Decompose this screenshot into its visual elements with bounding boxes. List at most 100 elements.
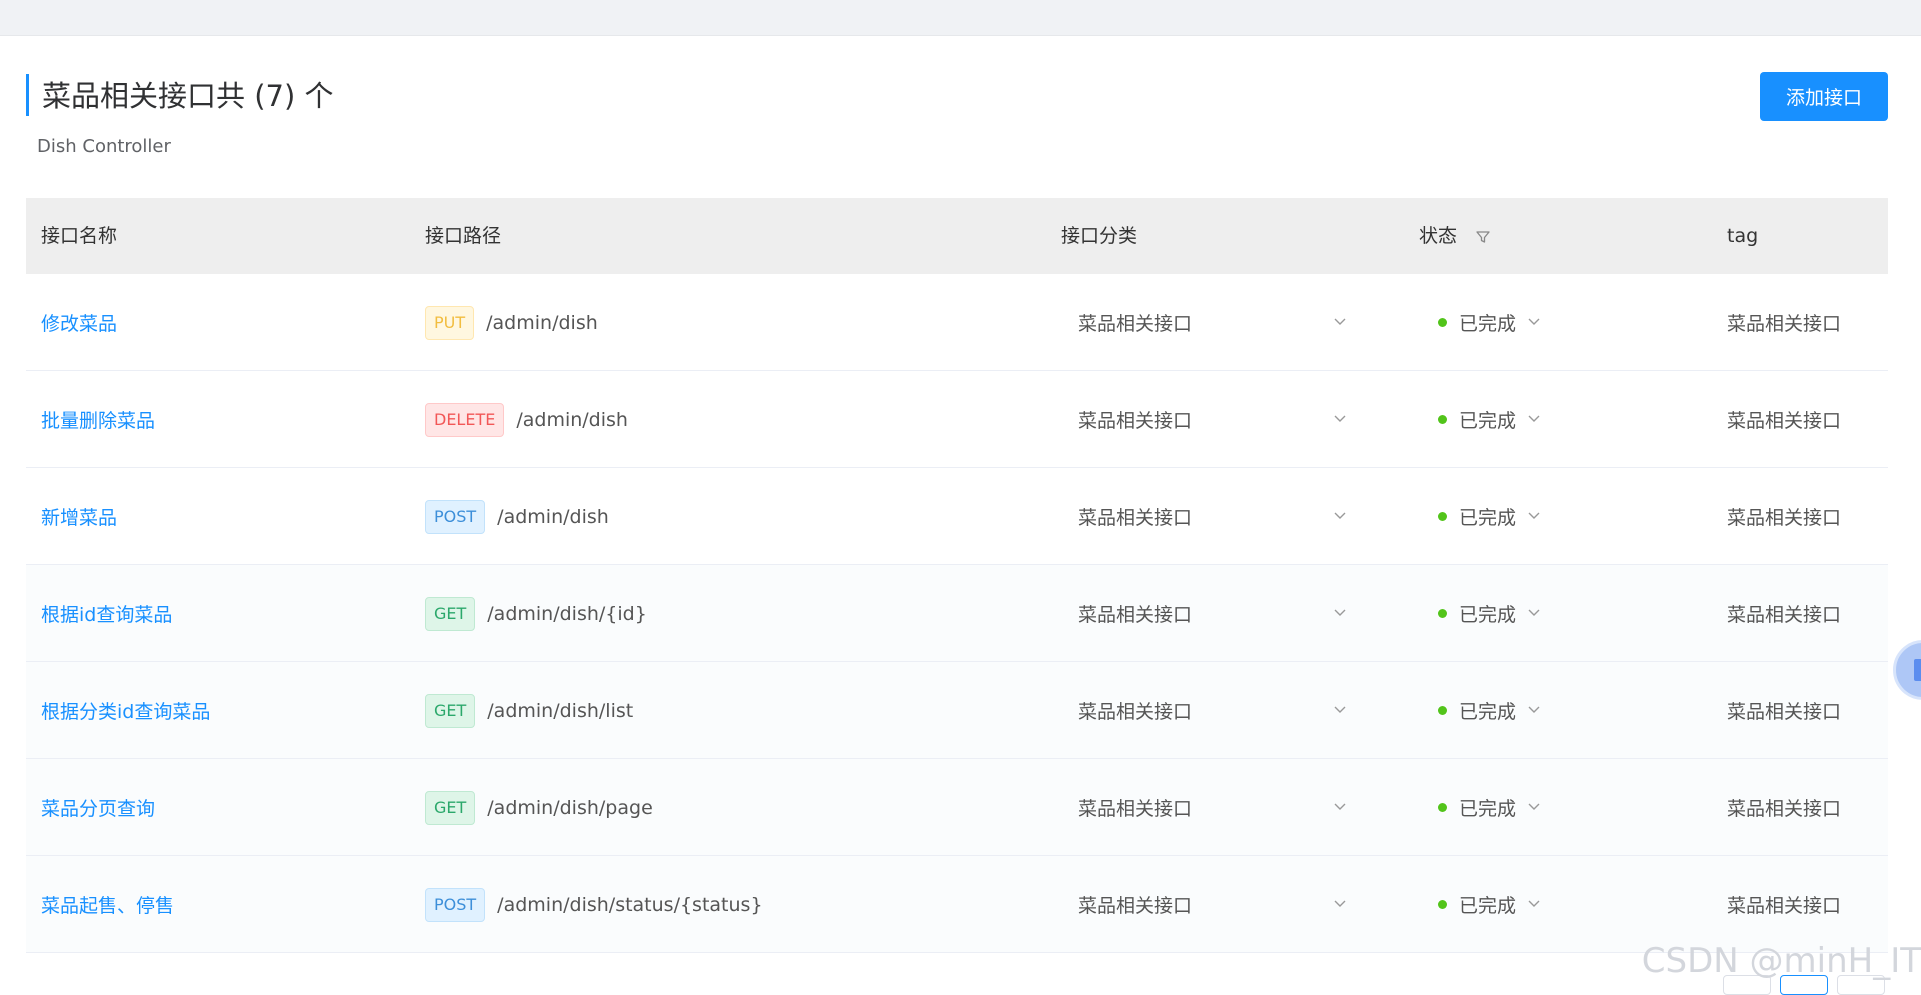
- interface-path-cell: PUT/admin/dish: [425, 274, 598, 371]
- interface-name-link[interactable]: 菜品分页查询: [41, 759, 155, 856]
- title-row: 菜品相关接口共 (7) 个 添加接口: [26, 72, 1888, 120]
- table-header: 接口名称 接口路径 接口分类 状态 tag: [26, 198, 1888, 274]
- watermark: CSDN @minH_IT: [1642, 941, 1921, 981]
- status-select[interactable]: 已完成: [1438, 662, 1542, 759]
- category-select-value: 菜品相关接口: [1078, 503, 1192, 530]
- status-select[interactable]: 已完成: [1438, 856, 1542, 953]
- filter-icon[interactable]: [1475, 229, 1491, 245]
- status-select[interactable]: 已完成: [1438, 468, 1542, 565]
- column-header-path: 接口路径: [425, 198, 501, 274]
- top-bar: [0, 0, 1921, 36]
- chevron-down-icon: [1332, 894, 1348, 916]
- chevron-down-icon: [1526, 409, 1542, 431]
- interface-path-cell: GET/admin/dish/{id}: [425, 565, 647, 662]
- column-header-status: 状态: [1419, 198, 1491, 274]
- interface-path: /admin/dish/page: [487, 797, 652, 819]
- interface-path: /admin/dish: [497, 506, 609, 528]
- interface-name-link[interactable]: 根据id查询菜品: [41, 565, 172, 662]
- status-dot-icon: [1438, 415, 1447, 424]
- interface-name-link[interactable]: 修改菜品: [41, 274, 117, 371]
- chevron-down-icon: [1526, 700, 1542, 722]
- status-select[interactable]: 已完成: [1438, 759, 1542, 856]
- tag-cell: 菜品相关接口: [1727, 565, 1841, 662]
- status-select-value: 已完成: [1459, 600, 1516, 627]
- status-select-value: 已完成: [1459, 891, 1516, 918]
- status-select[interactable]: 已完成: [1438, 565, 1542, 662]
- chevron-down-icon: [1526, 894, 1542, 916]
- interface-path-cell: POST/admin/dish/status/{status}: [425, 856, 763, 953]
- chevron-down-icon: [1332, 409, 1348, 431]
- chevron-down-icon: [1332, 506, 1348, 528]
- category-select[interactable]: 菜品相关接口: [1078, 565, 1348, 662]
- interface-path-cell: DELETE/admin/dish: [425, 371, 628, 468]
- interface-name-link[interactable]: 批量删除菜品: [41, 371, 155, 468]
- interface-path-cell: GET/admin/dish/list: [425, 662, 633, 759]
- table-row: 新增菜品 POST/admin/dish 菜品相关接口 已完成 菜品相关接口: [26, 468, 1888, 565]
- status-select-value: 已完成: [1459, 794, 1516, 821]
- category-select[interactable]: 菜品相关接口: [1078, 759, 1348, 856]
- interface-name-link[interactable]: 菜品起售、停售: [41, 856, 174, 953]
- category-select-value: 菜品相关接口: [1078, 794, 1192, 821]
- category-select-value: 菜品相关接口: [1078, 406, 1192, 433]
- category-select-value: 菜品相关接口: [1078, 891, 1192, 918]
- chevron-down-icon: [1332, 797, 1348, 819]
- table-row: 菜品起售、停售 POST/admin/dish/status/{status} 菜品…: [26, 856, 1888, 953]
- category-select-value: 菜品相关接口: [1078, 600, 1192, 627]
- category-select[interactable]: 菜品相关接口: [1078, 371, 1348, 468]
- add-interface-button[interactable]: 添加接口: [1760, 72, 1888, 121]
- category-select[interactable]: 菜品相关接口: [1078, 274, 1348, 371]
- status-select-value: 已完成: [1459, 697, 1516, 724]
- status-dot-icon: [1438, 706, 1447, 715]
- table-row: 根据分类id查询菜品 GET/admin/dish/list 菜品相关接口 已完成 菜品…: [26, 662, 1888, 759]
- status-dot-icon: [1438, 512, 1447, 521]
- tag-cell: 菜品相关接口: [1727, 759, 1841, 856]
- tag-cell: 菜品相关接口: [1727, 371, 1841, 468]
- interface-path: /admin/dish/status/{status}: [497, 894, 762, 916]
- status-select-value: 已完成: [1459, 406, 1516, 433]
- category-select[interactable]: 菜品相关接口: [1078, 662, 1348, 759]
- status-select-value: 已完成: [1459, 503, 1516, 530]
- column-header-category: 接口分类: [1061, 198, 1137, 274]
- category-select[interactable]: 菜品相关接口: [1078, 468, 1348, 565]
- chevron-down-icon: [1332, 603, 1348, 625]
- chevron-down-icon: [1332, 700, 1348, 722]
- table-row: 批量删除菜品 DELETE/admin/dish 菜品相关接口 已完成 菜品相关接口: [26, 371, 1888, 468]
- chevron-down-icon: [1526, 312, 1542, 334]
- interface-path: /admin/dish/{id}: [487, 603, 647, 625]
- column-header-name: 接口名称: [41, 198, 117, 274]
- side-float-icon: [1914, 659, 1921, 681]
- status-dot-icon: [1438, 900, 1447, 909]
- interface-path-cell: POST/admin/dish: [425, 468, 609, 565]
- side-float-button[interactable]: [1893, 640, 1921, 700]
- status-select[interactable]: 已完成: [1438, 371, 1542, 468]
- status-dot-icon: [1438, 318, 1447, 327]
- chevron-down-icon: [1526, 603, 1542, 625]
- column-header-status-label: 状态: [1419, 225, 1457, 247]
- http-method-badge: GET: [425, 694, 475, 728]
- category-select[interactable]: 菜品相关接口: [1078, 856, 1348, 953]
- category-select-value: 菜品相关接口: [1078, 697, 1192, 724]
- interface-name-link[interactable]: 新增菜品: [41, 468, 117, 565]
- http-method-badge: GET: [425, 791, 475, 825]
- table-row: 菜品分页查询 GET/admin/dish/page 菜品相关接口 已完成 菜品相关接口: [26, 759, 1888, 856]
- http-method-badge: GET: [425, 597, 475, 631]
- interface-name-link[interactable]: 根据分类id查询菜品: [41, 662, 210, 759]
- controller-subtitle: Dish Controller: [37, 136, 171, 157]
- status-dot-icon: [1438, 803, 1447, 812]
- status-select[interactable]: 已完成: [1438, 274, 1542, 371]
- page-title: 菜品相关接口共 (7) 个: [42, 76, 334, 116]
- table-row: 根据id查询菜品 GET/admin/dish/{id} 菜品相关接口 已完成 菜品相关…: [26, 565, 1888, 662]
- status-dot-icon: [1438, 609, 1447, 618]
- tag-cell: 菜品相关接口: [1727, 468, 1841, 565]
- table-body: 修改菜品PUT/admin/dish菜品相关接口已完成菜品相关接口批量删除菜品D…: [26, 274, 1888, 953]
- tag-cell: 菜品相关接口: [1727, 662, 1841, 759]
- interface-path: /admin/dish: [516, 409, 628, 431]
- interface-table: 接口名称 接口路径 接口分类 状态 tag 修改菜品 PUT/admin/dish…: [26, 198, 1888, 953]
- interface-path: /admin/dish/list: [487, 700, 633, 722]
- http-method-badge: POST: [425, 500, 485, 534]
- status-select-value: 已完成: [1459, 309, 1516, 336]
- title-accent-bar: [26, 74, 29, 116]
- tag-cell: 菜品相关接口: [1727, 856, 1841, 953]
- chevron-down-icon: [1526, 797, 1542, 819]
- http-method-badge: DELETE: [425, 403, 504, 437]
